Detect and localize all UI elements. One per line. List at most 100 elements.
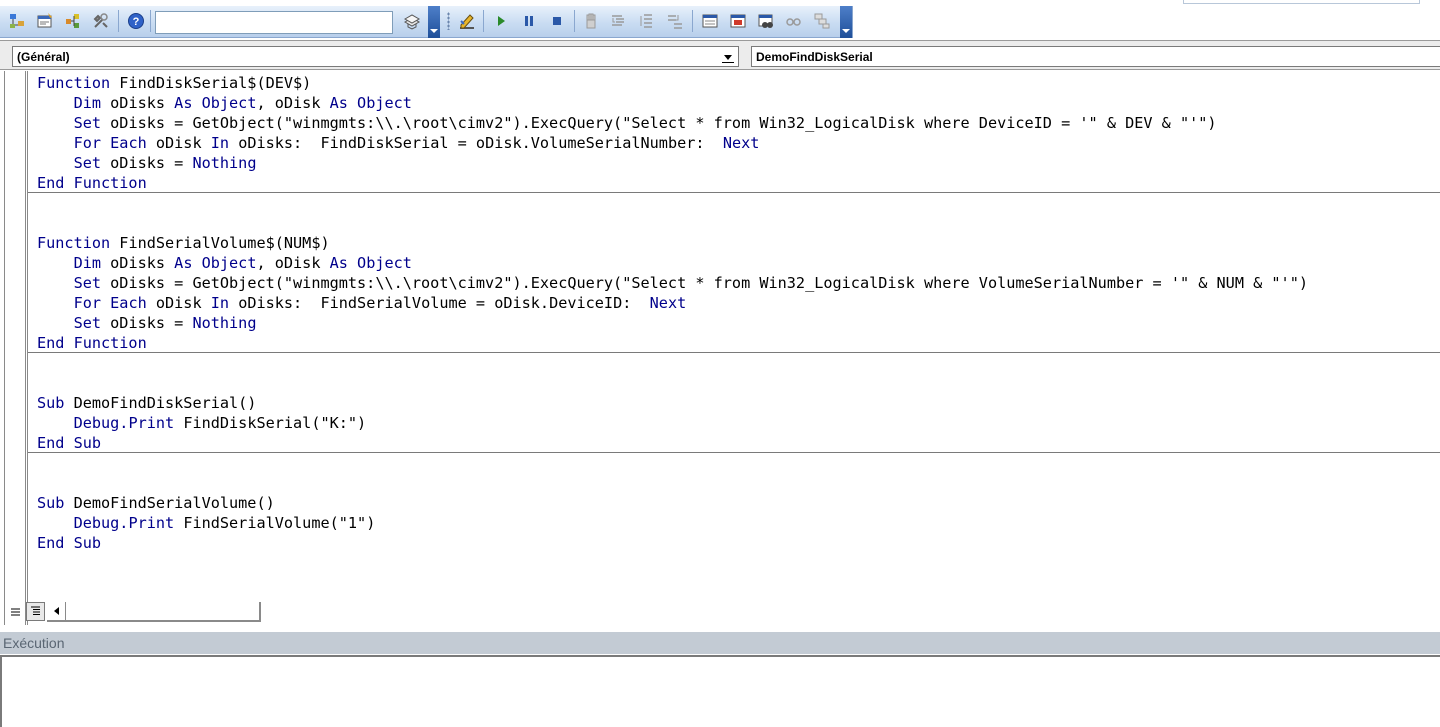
code-token: oDisks bbox=[101, 254, 175, 272]
code-editor[interactable]: Function FindDiskSerial$(DEV$) Dim oDisk… bbox=[0, 71, 1440, 625]
code-line[interactable]: End Function bbox=[37, 333, 1308, 353]
toolbar-separator bbox=[692, 10, 693, 32]
code-line[interactable]: Set oDisks = GetObject("winmgmts:\\.\roo… bbox=[37, 113, 1308, 133]
code-line[interactable] bbox=[37, 193, 1308, 213]
code-line[interactable] bbox=[37, 213, 1308, 233]
code-line[interactable]: For Each oDisk In oDisks: FindDiskSerial… bbox=[37, 133, 1308, 153]
step-into-icon[interactable] bbox=[608, 10, 630, 32]
call-stack-icon[interactable] bbox=[811, 10, 833, 32]
window-edge bbox=[1183, 0, 1420, 4]
code-token: oDisks = bbox=[101, 314, 193, 332]
horizontal-scrollbar[interactable] bbox=[47, 602, 261, 622]
code-token: oDisks bbox=[101, 94, 175, 112]
scroll-left-icon[interactable] bbox=[47, 602, 66, 620]
project-explorer-icon[interactable] bbox=[6, 10, 28, 32]
code-line[interactable] bbox=[37, 453, 1308, 473]
code-line[interactable]: Set oDisks = Nothing bbox=[37, 153, 1308, 173]
code-keyword: Dim bbox=[73, 254, 102, 272]
code-line[interactable]: Set oDisks = GetObject("winmgmts:\\.\roo… bbox=[37, 273, 1308, 293]
code-token: oDisks: FindDiskSerial = oDisk.VolumeSer… bbox=[229, 134, 723, 152]
code-text[interactable]: Function FindDiskSerial$(DEV$) Dim oDisk… bbox=[37, 73, 1308, 553]
code-keyword: As Object bbox=[174, 94, 257, 112]
code-pane-footer bbox=[0, 601, 262, 623]
code-line[interactable] bbox=[37, 473, 1308, 493]
code-line[interactable]: For Each oDisk In oDisks: FindSerialVolu… bbox=[37, 293, 1308, 313]
procedure-combo[interactable]: DemoFindDiskSerial bbox=[751, 46, 1440, 67]
locals-window-icon[interactable] bbox=[699, 10, 721, 32]
object-browser-icon[interactable] bbox=[62, 10, 84, 32]
toolbar-options-chevron[interactable] bbox=[428, 6, 440, 38]
code-line[interactable] bbox=[37, 373, 1308, 393]
code-keyword: Dim bbox=[73, 94, 102, 112]
toolbar-options-chevron-2[interactable] bbox=[840, 6, 852, 38]
immediate-window-title: Exécution bbox=[0, 632, 1440, 654]
code-keyword: In bbox=[210, 294, 230, 312]
code-line[interactable]: Debug.Print FindSerialVolume("1") bbox=[37, 513, 1308, 533]
run-icon[interactable] bbox=[490, 10, 512, 32]
code-line[interactable]: End Sub bbox=[37, 533, 1308, 553]
code-keyword: Set bbox=[73, 114, 102, 132]
code-token: oDisks = GetObject("winmgmts:\\.\root\ci… bbox=[101, 274, 1308, 292]
code-keyword: For Each bbox=[73, 134, 147, 152]
immediate-window-input[interactable] bbox=[0, 655, 1440, 727]
watch-window-icon[interactable] bbox=[755, 10, 777, 32]
toolbar-separator bbox=[483, 10, 484, 32]
references-icon[interactable] bbox=[401, 10, 423, 32]
code-line[interactable] bbox=[37, 353, 1308, 373]
object-combo-value: (Général) bbox=[17, 50, 70, 64]
code-line[interactable]: Set oDisks = Nothing bbox=[37, 313, 1308, 333]
quick-watch-icon[interactable] bbox=[783, 10, 805, 32]
code-line[interactable]: Function FindDiskSerial$(DEV$) bbox=[37, 73, 1308, 93]
code-line[interactable]: Function FindSerialVolume$(NUM$) bbox=[37, 233, 1308, 253]
margin-border bbox=[4, 71, 5, 625]
break-icon[interactable] bbox=[518, 10, 540, 32]
code-keyword: Function bbox=[37, 74, 111, 92]
toolbar-grip[interactable] bbox=[447, 12, 450, 30]
help-search-input[interactable] bbox=[155, 11, 393, 34]
code-keyword: Debug.Print bbox=[73, 414, 175, 432]
chevron-down-icon[interactable] bbox=[718, 47, 738, 66]
full-module-view-icon[interactable] bbox=[26, 602, 45, 621]
code-keyword: Next bbox=[649, 294, 687, 312]
code-keyword: For Each bbox=[73, 294, 147, 312]
code-keyword: Function bbox=[37, 234, 111, 252]
toolbox-icon[interactable] bbox=[90, 10, 112, 32]
code-keyword: Next bbox=[722, 134, 760, 152]
code-keyword: Sub bbox=[37, 394, 65, 412]
svg-text:?: ? bbox=[133, 16, 140, 28]
code-line[interactable]: Dim oDisks As Object, oDisk As Object bbox=[37, 253, 1308, 273]
code-token: FindDiskSerial("K:") bbox=[174, 414, 367, 432]
code-keyword: Set bbox=[73, 154, 102, 172]
object-combo[interactable]: (Général) bbox=[12, 46, 739, 67]
code-keyword: As Object bbox=[329, 94, 412, 112]
code-line[interactable]: Sub DemoFindSerialVolume() bbox=[37, 493, 1308, 513]
reset-icon[interactable] bbox=[546, 10, 568, 32]
code-line[interactable]: End Sub bbox=[37, 433, 1308, 453]
code-line[interactable]: Dim oDisks As Object, oDisk As Object bbox=[37, 93, 1308, 113]
toggle-breakpoint-icon[interactable] bbox=[580, 10, 602, 32]
margin-indicator-bar[interactable] bbox=[25, 71, 26, 625]
help-icon[interactable]: ? bbox=[125, 10, 147, 32]
code-line[interactable]: Debug.Print FindDiskSerial("K:") bbox=[37, 413, 1308, 433]
code-token: FindDiskSerial$(DEV$) bbox=[110, 74, 312, 92]
toolbar-separator bbox=[574, 10, 575, 32]
procedure-view-icon[interactable] bbox=[6, 602, 25, 621]
margin-border bbox=[27, 71, 28, 625]
step-over-icon[interactable] bbox=[636, 10, 658, 32]
immediate-window-icon[interactable] bbox=[727, 10, 749, 32]
properties-icon[interactable] bbox=[34, 10, 56, 32]
code-line[interactable]: Sub DemoFindDiskSerial() bbox=[37, 393, 1308, 413]
step-out-icon[interactable] bbox=[664, 10, 686, 32]
code-token: , oDisk bbox=[256, 254, 330, 272]
code-line[interactable]: End Function bbox=[37, 173, 1308, 193]
code-token: FindSerialVolume$(NUM$) bbox=[110, 234, 330, 252]
code-keyword: Sub bbox=[37, 494, 65, 512]
toolbar-separator bbox=[150, 10, 151, 32]
code-keyword: As Object bbox=[174, 254, 257, 272]
design-mode-icon[interactable] bbox=[456, 10, 478, 32]
code-keyword: Set bbox=[73, 314, 102, 332]
